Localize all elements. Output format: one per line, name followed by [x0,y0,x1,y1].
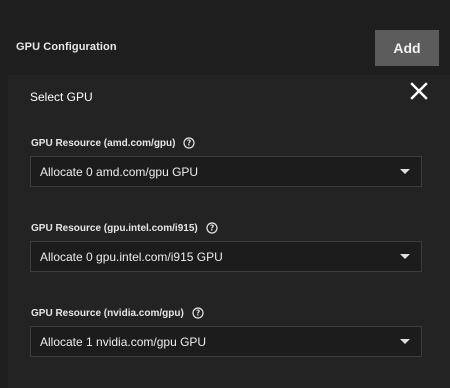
select-value: Allocate 1 nvidia.com/gpu GPU [40,334,207,349]
nvidia-gpu-select[interactable]: Allocate 1 nvidia.com/gpu GPU [30,326,422,357]
help-circle-icon[interactable]: ? [206,222,218,234]
svg-text:?: ? [210,224,214,233]
help-circle-icon[interactable]: ? [183,137,196,149]
amd-gpu-select[interactable]: Allocate 0 amd.com/gpu GPU [30,156,422,187]
intel-gpu-select[interactable]: Allocate 0 gpu.intel.com/i915 GPU [30,241,422,272]
chevron-down-icon [400,254,410,259]
help-circle-icon[interactable]: ? [192,307,204,319]
select-value: Allocate 0 amd.com/gpu GPU [40,164,199,179]
select-value: Allocate 0 gpu.intel.com/i915 GPU [40,249,223,264]
chevron-down-icon [400,339,410,344]
add-button[interactable]: Add [375,30,439,66]
field-label-text: GPU Resource (amd.com/gpu) [31,137,176,149]
svg-text:?: ? [196,309,200,318]
chevron-down-icon [400,169,410,174]
panel-title: Select GPU [30,90,93,104]
field-label-text: GPU Resource (gpu.intel.com/i915) [31,222,198,234]
gpu-configuration-page: GPU Configuration Add Select GPU GPU Res… [0,0,450,388]
field-label-intel: GPU Resource (gpu.intel.com/i915) ? [31,221,218,235]
close-icon[interactable] [409,81,429,101]
field-label-nvidia: GPU Resource (nvidia.com/gpu) ? [31,306,204,320]
field-label-amd: GPU Resource (amd.com/gpu) ? [31,136,196,150]
section-title: GPU Configuration [16,41,117,53]
svg-text:?: ? [187,139,191,148]
field-label-text: GPU Resource (nvidia.com/gpu) [31,307,184,319]
